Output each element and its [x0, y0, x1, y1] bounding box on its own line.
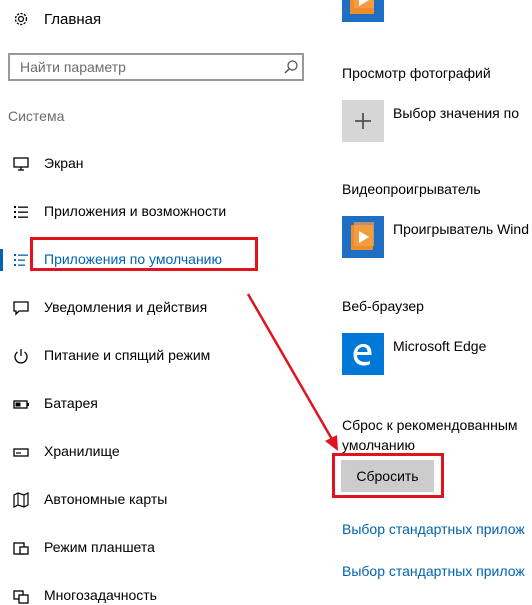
annotation-arrow: [246, 293, 338, 451]
